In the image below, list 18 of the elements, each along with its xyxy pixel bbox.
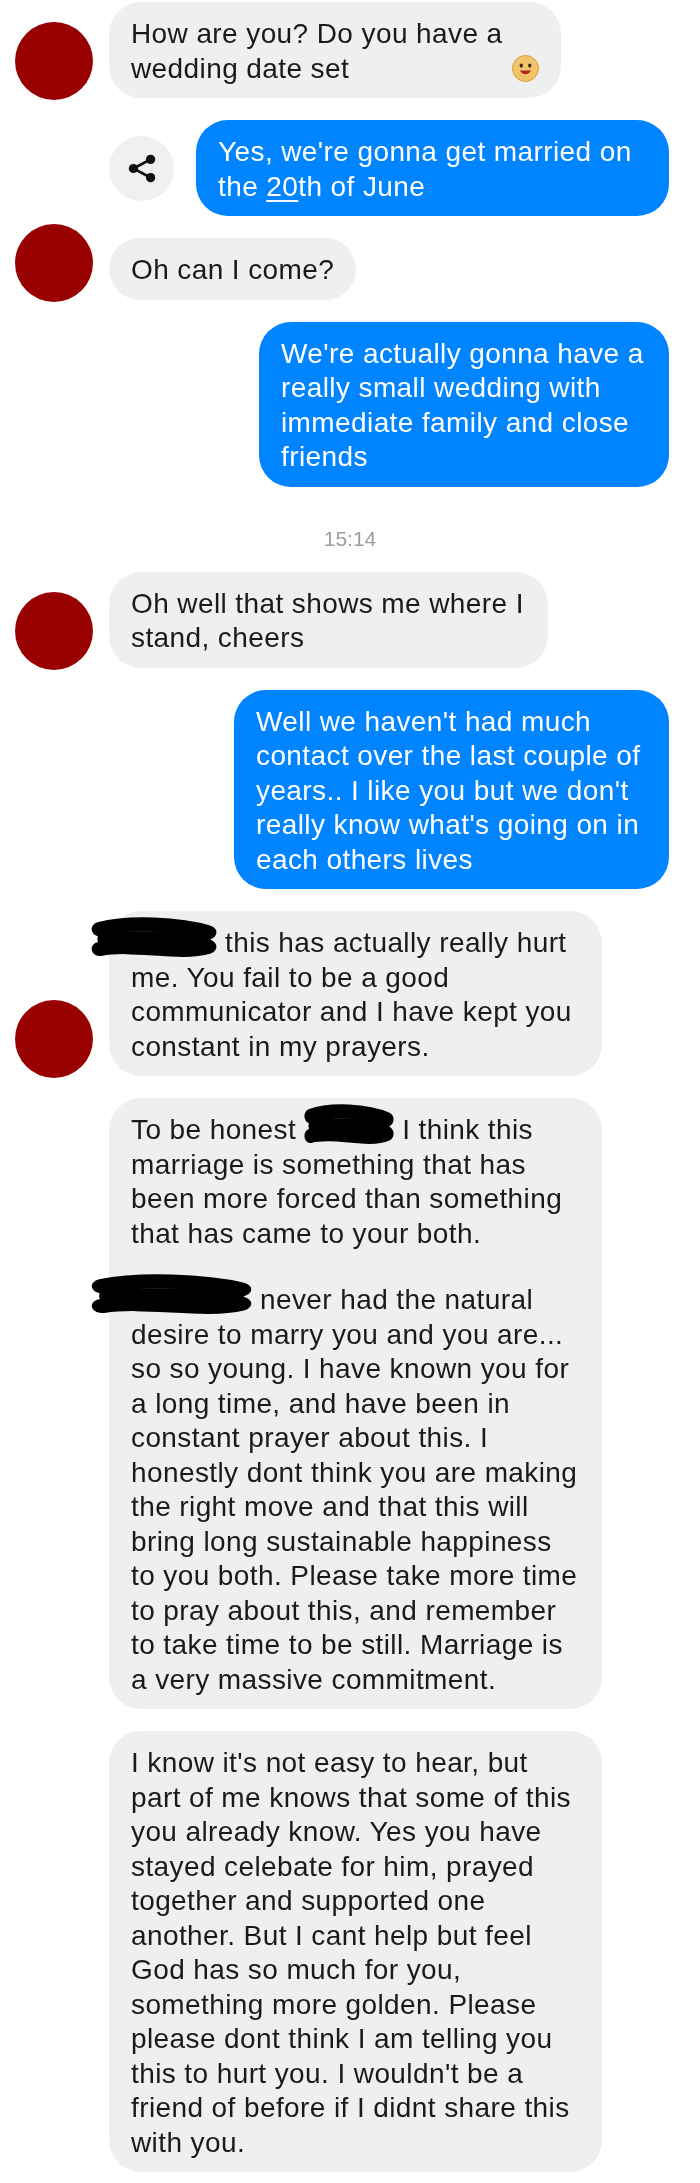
message-text: this has actually really hurt (225, 926, 567, 960)
message-text: To be honest (131, 1113, 297, 1147)
message-text: Oh can I come? (131, 253, 335, 287)
message-text: How are you? Do you have a wedding date set (131, 17, 504, 86)
message-text: never had the natural (260, 1283, 534, 1317)
message-text: We're actually gonna have a really small wedding with immediate family and close friends (281, 336, 645, 474)
smiley-icon (512, 55, 539, 82)
date-link[interactable]: 20 (266, 170, 299, 202)
message-text: Well we haven't had much contact over the last couple of years.. I like you but we don't really know what's going on in each others lives (256, 704, 642, 877)
message-text: I think this (402, 1113, 533, 1147)
message-text: me. You fail to be a good communicator and I have kept you constant in my prayers. (131, 960, 573, 1064)
message-text: marriage is something that has been more forced than something that has came to your both. (131, 1147, 564, 1251)
timestamp: 15:14 (323, 526, 377, 550)
message-text: Yes, we're gonna get married on the 20th of June (218, 135, 633, 204)
message-text: I know it's not easy to hear, but part of me knows that some of this you already know. Yes you have stayed celebate for him, prayed together and supported one another. But I cant help but feel God has so much for you, something more golden. Please please dont think I am telling you this to hurt you. I wouldn't be a friend of before if I didnt share this with you. (131, 1746, 572, 2160)
message-text: Oh well that shows me where I stand, cheers (131, 586, 525, 655)
message-text: desire to marry you and you are... so so young. I have known you for a long time, and have been in constant prayer about this. I honestly dont think you are making the right move and that this will bring long sustainable happiness to you both. Please take more time to pray about this, and remember to take time to be still. Marriage is a very massive commitment. (131, 1317, 579, 1697)
share-icon (127, 153, 156, 183)
